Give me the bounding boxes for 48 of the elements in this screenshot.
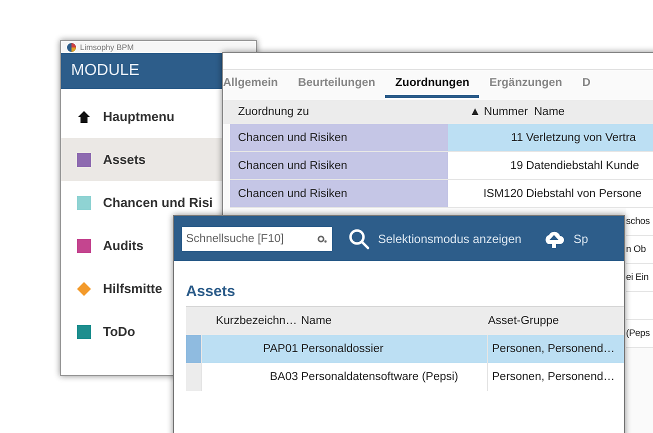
column-header[interactable]: Name <box>534 106 653 118</box>
table-cell-text: Datendiebstahl Kunde <box>526 158 640 174</box>
table-cell: Chancen und Risiken <box>230 152 448 179</box>
table-row[interactable] <box>626 292 653 320</box>
column-header[interactable]: ▲ Nummer <box>448 106 534 118</box>
table-cell: Personaldossier <box>301 335 488 363</box>
section-heading: Assets <box>186 283 236 300</box>
table-cell-text: Personen, Personend… <box>491 342 616 357</box>
table-cell: Personaldatensoftware (Pepsi) <box>301 363 488 391</box>
module-item[interactable]: Chancen und Risi <box>61 181 222 224</box>
table-row[interactable]: (Peps <box>626 320 653 348</box>
logo-icon <box>67 42 76 52</box>
table-cell-text: 11 <box>510 130 524 146</box>
table-cell: (Peps <box>626 328 650 339</box>
module-item[interactable]: Hauptmenu <box>61 95 222 138</box>
search-field[interactable]: Schnellsuche [F10] <box>182 226 332 250</box>
module-item[interactable]: ToDo <box>61 310 173 353</box>
column-header[interactable]: Zuordnung zu <box>238 106 448 118</box>
column-header[interactable]: Name <box>301 315 488 327</box>
module-item[interactable]: Audits <box>61 224 173 267</box>
table-cell: schos <box>626 216 650 227</box>
table-cell-text: Verletzung von Vertra <box>526 130 637 146</box>
table-row[interactable]: Chancen und Risiken ISM120 Diebstahl von Persone <box>230 180 653 208</box>
column-header[interactable]: Asset-Gruppe <box>488 315 624 327</box>
table-cell-text: 19 <box>509 158 524 174</box>
column-header[interactable]: Kurzbezeichn… <box>186 315 301 327</box>
table-row[interactable]: schos <box>626 208 653 236</box>
table-cell-text: ISM120 <box>482 186 524 202</box>
module-item[interactable]: Hilfsmitte <box>61 267 173 310</box>
table-cell: ei Ein <box>626 272 649 283</box>
table-row[interactable]: Chancen und Risiken 19 Datendiebstahl Kunde <box>230 152 653 180</box>
table-cell: Chancen und Risiken <box>230 124 448 151</box>
table-cell: Chancen und Risiken <box>230 180 448 207</box>
toolbar-button[interactable]: Sp <box>543 228 588 250</box>
table-row[interactable]: Chancen und Risiken 11 Verletzung von Vertra <box>230 124 653 152</box>
table-row[interactable]: BA03 Personaldatensoftware (Pepsi) Personen, Personend… <box>186 363 624 391</box>
search-icon <box>348 228 370 250</box>
table-row[interactable]: PAP01 Personaldossier Personen, Personend… <box>186 335 624 363</box>
table-cell-text: Diebstahl von Persone <box>526 186 643 202</box>
table-row[interactable]: n Ob <box>626 236 653 264</box>
table-cell-text: Personen, Personend… <box>491 370 616 385</box>
toolbar-button[interactable]: Selektionsmodus anzeigen <box>348 228 522 250</box>
module-item[interactable]: Assets <box>61 138 222 181</box>
table-cell-text: BA03 <box>268 370 299 385</box>
app-title: Limsophy BPM <box>80 42 134 52</box>
table-row[interactable]: ei Ein <box>626 264 653 292</box>
table-cell-text: PAP01 <box>262 342 299 357</box>
table-cell: n Ob <box>626 244 646 255</box>
